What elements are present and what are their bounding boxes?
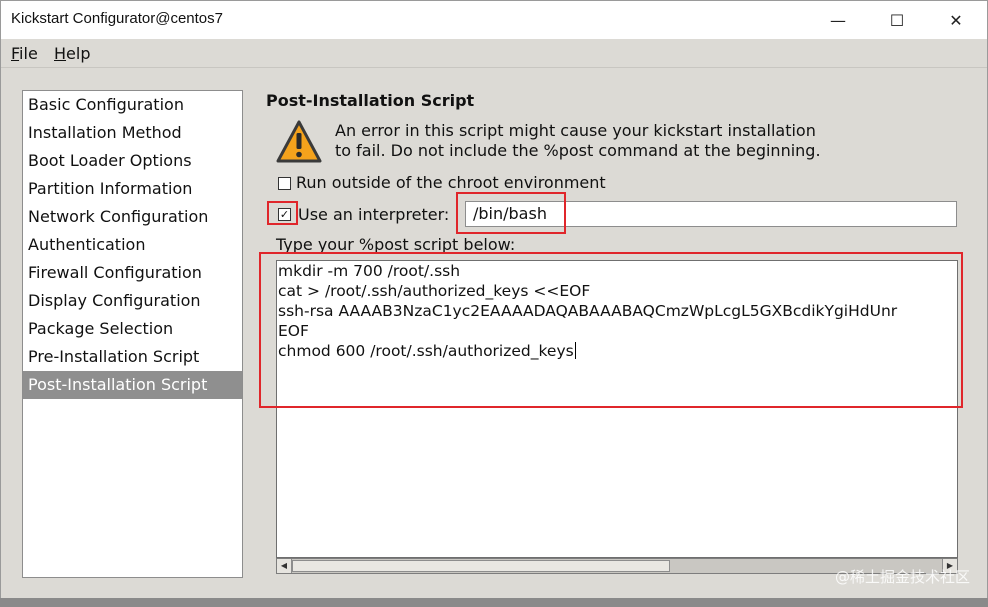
scroll-thumb[interactable] <box>292 560 670 572</box>
background-strip <box>0 598 988 607</box>
use-interpreter-label: Use an interpreter: <box>298 205 450 224</box>
script-line-2: cat > /root/.ssh/authorized_keys <<EOF <box>278 282 591 300</box>
use-interpreter-checkbox[interactable]: ✓ <box>278 208 291 221</box>
watermark-text: @稀土掘金技术社区 <box>834 568 970 586</box>
warning-line-1: An error in this script might cause your… <box>335 121 816 140</box>
script-line-1: mkdir -m 700 /root/.ssh <box>278 262 461 280</box>
title-bar: Kickstart Configurator@centos7 — ☐ ✕ <box>1 1 987 39</box>
maximize-button[interactable]: ☐ <box>868 1 926 39</box>
menu-file-accel: F <box>11 44 20 63</box>
post-script-textarea[interactable]: mkdir -m 700 /root/.ssh cat > /root/.ssh… <box>276 260 958 558</box>
sidebar-item-package-selection[interactable]: Package Selection <box>23 315 242 343</box>
text-caret <box>574 342 576 359</box>
run-outside-chroot-label: Run outside of the chroot environment <box>296 173 606 192</box>
run-outside-chroot-checkbox[interactable] <box>278 177 291 190</box>
sidebar-item-firewall-configuration[interactable]: Firewall Configuration <box>23 259 242 287</box>
menu-help-accel: H <box>54 44 67 63</box>
menu-file[interactable]: File <box>11 44 38 63</box>
sidebar-item-boot-loader-options[interactable]: Boot Loader Options <box>23 147 242 175</box>
script-line-3: ssh-rsa AAAAB3NzaC1yc2EAAAADAQABAAABAQCm… <box>278 302 898 320</box>
script-line-5: chmod 600 /root/.ssh/authorized_keys <box>277 341 957 361</box>
sidebar-list: Basic Configuration Installation Method … <box>22 90 243 578</box>
window-title: Kickstart Configurator@centos7 <box>11 10 223 27</box>
minimize-button[interactable]: — <box>809 1 867 39</box>
script-line-4: EOF <box>278 322 309 340</box>
menu-bar: File Help <box>1 39 987 68</box>
section-title: Post-Installation Script <box>266 91 475 110</box>
warning-message: An error in this script might cause your… <box>335 121 915 161</box>
sidebar-item-network-configuration[interactable]: Network Configuration <box>23 203 242 231</box>
sidebar-item-display-configuration[interactable]: Display Configuration <box>23 287 242 315</box>
warning-line-2: to fail. Do not include the %post comman… <box>335 141 821 160</box>
close-button[interactable]: ✕ <box>927 1 985 39</box>
menu-file-label: ile <box>19 44 38 63</box>
sidebar-item-authentication[interactable]: Authentication <box>23 231 242 259</box>
interpreter-input[interactable]: /bin/bash <box>465 201 957 227</box>
sidebar-item-basic-configuration[interactable]: Basic Configuration <box>23 91 242 119</box>
menu-help-label: elp <box>66 44 91 63</box>
script-label: Type your %post script below: <box>276 235 516 254</box>
warning-triangle-icon <box>276 120 322 163</box>
app-window: Kickstart Configurator@centos7 — ☐ ✕ Fil… <box>0 0 988 600</box>
sidebar-item-installation-method[interactable]: Installation Method <box>23 119 242 147</box>
sidebar-item-partition-information[interactable]: Partition Information <box>23 175 242 203</box>
scroll-left-arrow-icon[interactable]: ◀ <box>277 559 292 573</box>
script-line-5-text: chmod 600 /root/.ssh/authorized_keys <box>278 342 574 360</box>
sidebar-item-post-installation-script[interactable]: Post-Installation Script <box>23 371 242 399</box>
menu-help[interactable]: Help <box>54 44 90 63</box>
sidebar-item-pre-installation-script[interactable]: Pre-Installation Script <box>23 343 242 371</box>
